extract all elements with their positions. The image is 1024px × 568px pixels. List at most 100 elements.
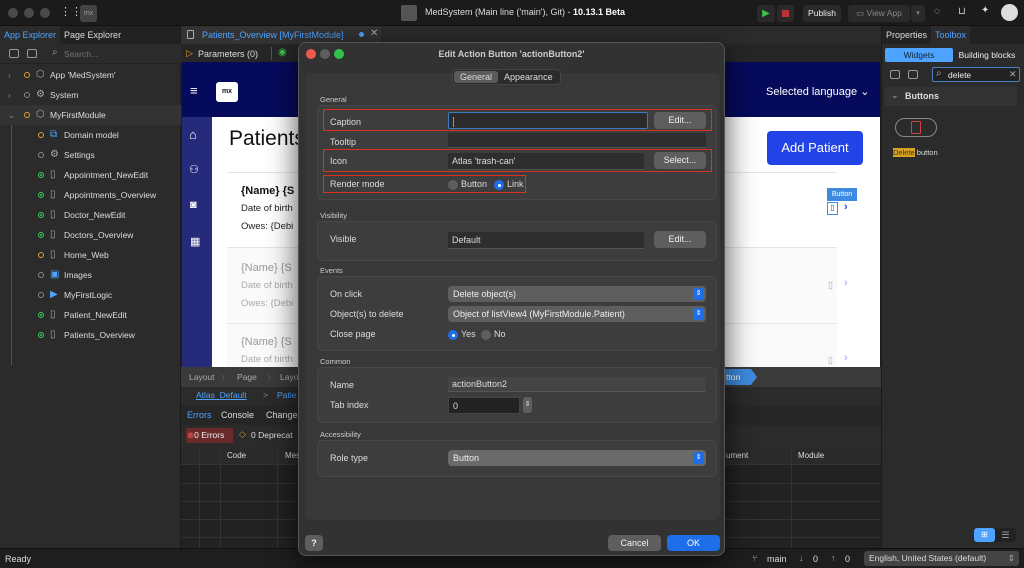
chevron-down-icon[interactable]: ⌄ [8,105,15,125]
tab-app-explorer[interactable]: App Explorer [0,26,61,44]
tab-errors[interactable]: Errors [187,410,212,420]
people-icon: ⚇ [189,164,199,176]
status-text: Ready [5,554,32,564]
stop-button[interactable] [777,5,794,22]
status-dot [38,172,44,178]
errors-filter[interactable]: ⊗0 Errors [186,428,233,443]
tree-item[interactable]: ▯ Patients_Overview [0,325,181,345]
app-explorer-panel: App Explorer Page Explorer ⌕ › ⬡ App 'MedS… [0,26,181,548]
status-dot [24,72,30,78]
tree-item[interactable]: ▣ Images [0,265,181,285]
expand-all-icon[interactable] [27,49,37,58]
grid-view-icon[interactable]: ⊞ [974,528,995,542]
breadcrumb-layout-grid[interactable]: Layo [280,372,298,382]
category-buttons[interactable]: ⌄ Buttons [885,87,1017,106]
window-titlebar: ⋮⋮⋮ mx MedSystem (Main line ('main'), Gi… [0,0,1024,26]
tree-item[interactable]: ⚙ Settings [0,145,181,165]
close-page-no-radio[interactable] [481,330,491,340]
subtab-widgets[interactable]: Widgets [885,48,953,62]
tab-console[interactable]: Console [221,410,254,420]
section-accessibility: Role type Button ⇕ [317,440,717,477]
tab-index-stepper[interactable]: ⇕ [523,397,532,413]
close-tab-icon[interactable]: ✕ [370,28,378,39]
tree-item[interactable]: ▯ Appointment_NewEdit [0,165,181,185]
help-button[interactable]: ? [305,535,323,551]
tree-item[interactable]: › ⚙ System [0,85,181,105]
branch-name[interactable]: main [767,554,787,564]
minimize-window-button[interactable] [24,8,34,18]
breadcrumb-page[interactable]: Page [237,372,257,382]
tab-general[interactable]: General [454,71,499,83]
layout-link[interactable]: Atlas_Default [196,390,247,400]
objects-to-delete-select[interactable]: Object of listView4 (MyFirstModule.Patie… [448,306,706,322]
close-page-yes-radio[interactable] [448,330,458,340]
tooltip-input[interactable] [448,133,706,148]
on-click-select[interactable]: Delete object(s) ⇕ [448,286,706,302]
zoom-window-button[interactable] [40,8,50,18]
list-view-icon[interactable]: ☰ [995,528,1016,542]
tree-item[interactable]: ▯ Home_Web [0,245,181,265]
run-button[interactable]: ▶ [757,5,775,22]
eye-icon[interactable]: ◉ [278,47,287,58]
collapse-all-icon[interactable] [9,49,19,58]
module-icon: ⬡ [36,109,45,120]
tree-item[interactable]: ⌄ ⬡ MyFirstModule [0,105,181,125]
column-header-code[interactable]: Code [227,451,246,460]
visible-edit-button[interactable]: Edit... [654,231,706,248]
publish-button[interactable]: Publish [803,5,841,22]
expand-all-icon[interactable] [908,70,918,79]
tree-item[interactable]: ▯ Doctors_Overview [0,225,181,245]
tree-item-label: Domain model [64,130,119,140]
breadcrumb-layout[interactable]: Layout [189,372,215,382]
marketplace-icon[interactable]: ⊔ [958,6,966,17]
avatar[interactable] [1001,4,1018,21]
view-app-dropdown[interactable]: ▾ [911,5,925,22]
trash-icon[interactable]: ▯ [827,202,838,215]
sparkle-icon[interactable]: ✦ [981,5,989,16]
chevron-down-icon: ⌄ [860,86,870,98]
chevron-right-icon[interactable]: › [8,65,11,85]
deprecations-filter[interactable]: 0 Deprecat [251,430,293,440]
clear-search-icon[interactable]: ✕ [1009,69,1017,80]
logic-icon: ▶ [50,289,58,300]
tab-appearance[interactable]: Appearance [498,71,559,83]
tree-item[interactable]: ▶ MyFirstLogic [0,285,181,305]
column-header-module[interactable]: Module [798,451,824,460]
tab-index-input[interactable]: 0 [448,397,520,414]
collapse-all-icon[interactable] [890,70,900,79]
tab-properties[interactable]: Properties [882,26,931,44]
subtab-building-blocks[interactable]: Building blocks [953,48,1021,62]
breadcrumb-button[interactable]: tton [725,369,751,385]
tree-item[interactable]: ▯ Patient_NewEdit [0,305,181,325]
tree-item[interactable]: ▯ Doctor_NewEdit [0,205,181,225]
page-link[interactable]: Patie [277,390,296,400]
toolbox-search-value[interactable]: delete [948,70,971,80]
tab-page-explorer[interactable]: Page Explorer [60,26,125,44]
role-type-select[interactable]: Button ⇕ [448,450,706,466]
cancel-button[interactable]: Cancel [608,535,661,551]
section-visibility: Visible Default Edit... [317,221,717,261]
view-app-button[interactable]: ▭ View App [848,5,910,22]
monitor-icon: ▭ [856,8,867,18]
tree-item[interactable]: › ⬡ App 'MedSystem' [0,65,181,85]
tree-item[interactable]: ⧉ Domain model [0,125,181,145]
toolbox-search[interactable]: ⌕ delete ✕ [932,67,1020,82]
chevron-right-icon[interactable]: › [8,85,11,105]
ok-button[interactable]: OK [667,535,720,551]
name-input[interactable]: actionButton2 [448,377,706,392]
tree-item-label: App 'MedSystem' [50,70,116,80]
parameters-button[interactable]: Parameters (0) [198,49,258,59]
tab-changes[interactable]: Change [266,410,298,420]
close-page-no-label[interactable]: No [494,329,506,339]
feedback-icon[interactable]: ◌ [934,6,940,17]
tab-patients-overview[interactable]: Patients_Overview [MyFirstModule] [202,30,344,40]
close-window-button[interactable] [8,8,18,18]
search-input[interactable] [64,47,174,61]
language-select[interactable]: English, United States (default) ⇕ [864,551,1019,566]
delete-button-widget[interactable] [895,118,937,137]
tab-toolbox[interactable]: Toolbox [931,26,971,44]
app-title: MedSystem (Main line ('main'), Git) - 10… [425,7,626,17]
column-header-document[interactable]: ument [726,451,748,460]
tree-item[interactable]: ▯ Appointments_Overview [0,185,181,205]
close-page-yes-label[interactable]: Yes [461,329,476,339]
